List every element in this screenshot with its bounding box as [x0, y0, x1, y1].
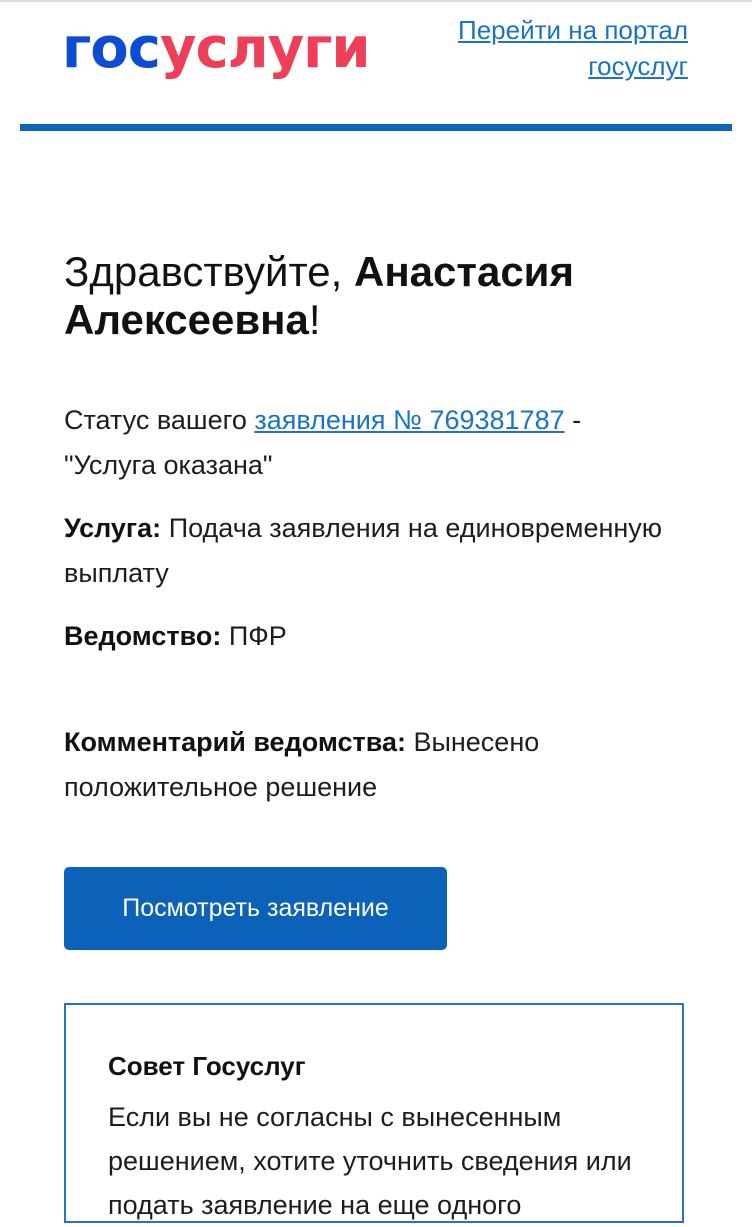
tip-title: Совет Госуслуг	[108, 1051, 306, 1081]
department-label: Ведомство:	[64, 621, 222, 651]
status-dash: -	[564, 405, 582, 435]
department-value: ПФР	[221, 621, 287, 651]
email-header: госуслуги Перейти на портал госуслуг	[0, 0, 752, 132]
portal-link-line-2: госуслуг	[588, 51, 688, 81]
portal-link-line-1: Перейти на портал	[458, 15, 688, 45]
greeting-prefix: Здравствуйте,	[64, 248, 354, 295]
logo-part-uslugi: услуги	[159, 16, 371, 81]
header-divider	[20, 124, 732, 131]
department-info: Ведомство: ПФР	[64, 614, 694, 659]
service-label: Услуга:	[64, 513, 162, 543]
gosuslugi-logo: госуслуги	[62, 14, 371, 84]
status-value: "Услуга оказана"	[64, 450, 273, 480]
gosuslugi-tip-box: Совет Госуслуг Если вы не согласны с вын…	[64, 1003, 684, 1223]
greeting-heading: Здравствуйте, Анастасия Алексеевна!	[64, 248, 704, 344]
comment-label: Комментарий ведомства:	[64, 727, 406, 757]
application-number-link[interactable]: заявления № 769381787	[254, 405, 564, 435]
tip-text: Если вы не согласны с вынесенным решение…	[108, 1102, 632, 1220]
application-status: Статус вашего заявления № 769381787 - "У…	[64, 398, 694, 488]
view-application-button[interactable]: Посмотреть заявление	[64, 867, 447, 950]
logo-part-gos: гос	[62, 16, 161, 81]
service-info: Услуга: Подача заявления на единовременн…	[64, 506, 694, 596]
department-comment: Комментарий ведомства: Вынесено положите…	[64, 720, 694, 810]
go-to-portal-link[interactable]: Перейти на портал госуслуг	[388, 12, 688, 84]
status-prefix: Статус вашего	[64, 405, 255, 435]
greeting-suffix: !	[308, 296, 321, 343]
